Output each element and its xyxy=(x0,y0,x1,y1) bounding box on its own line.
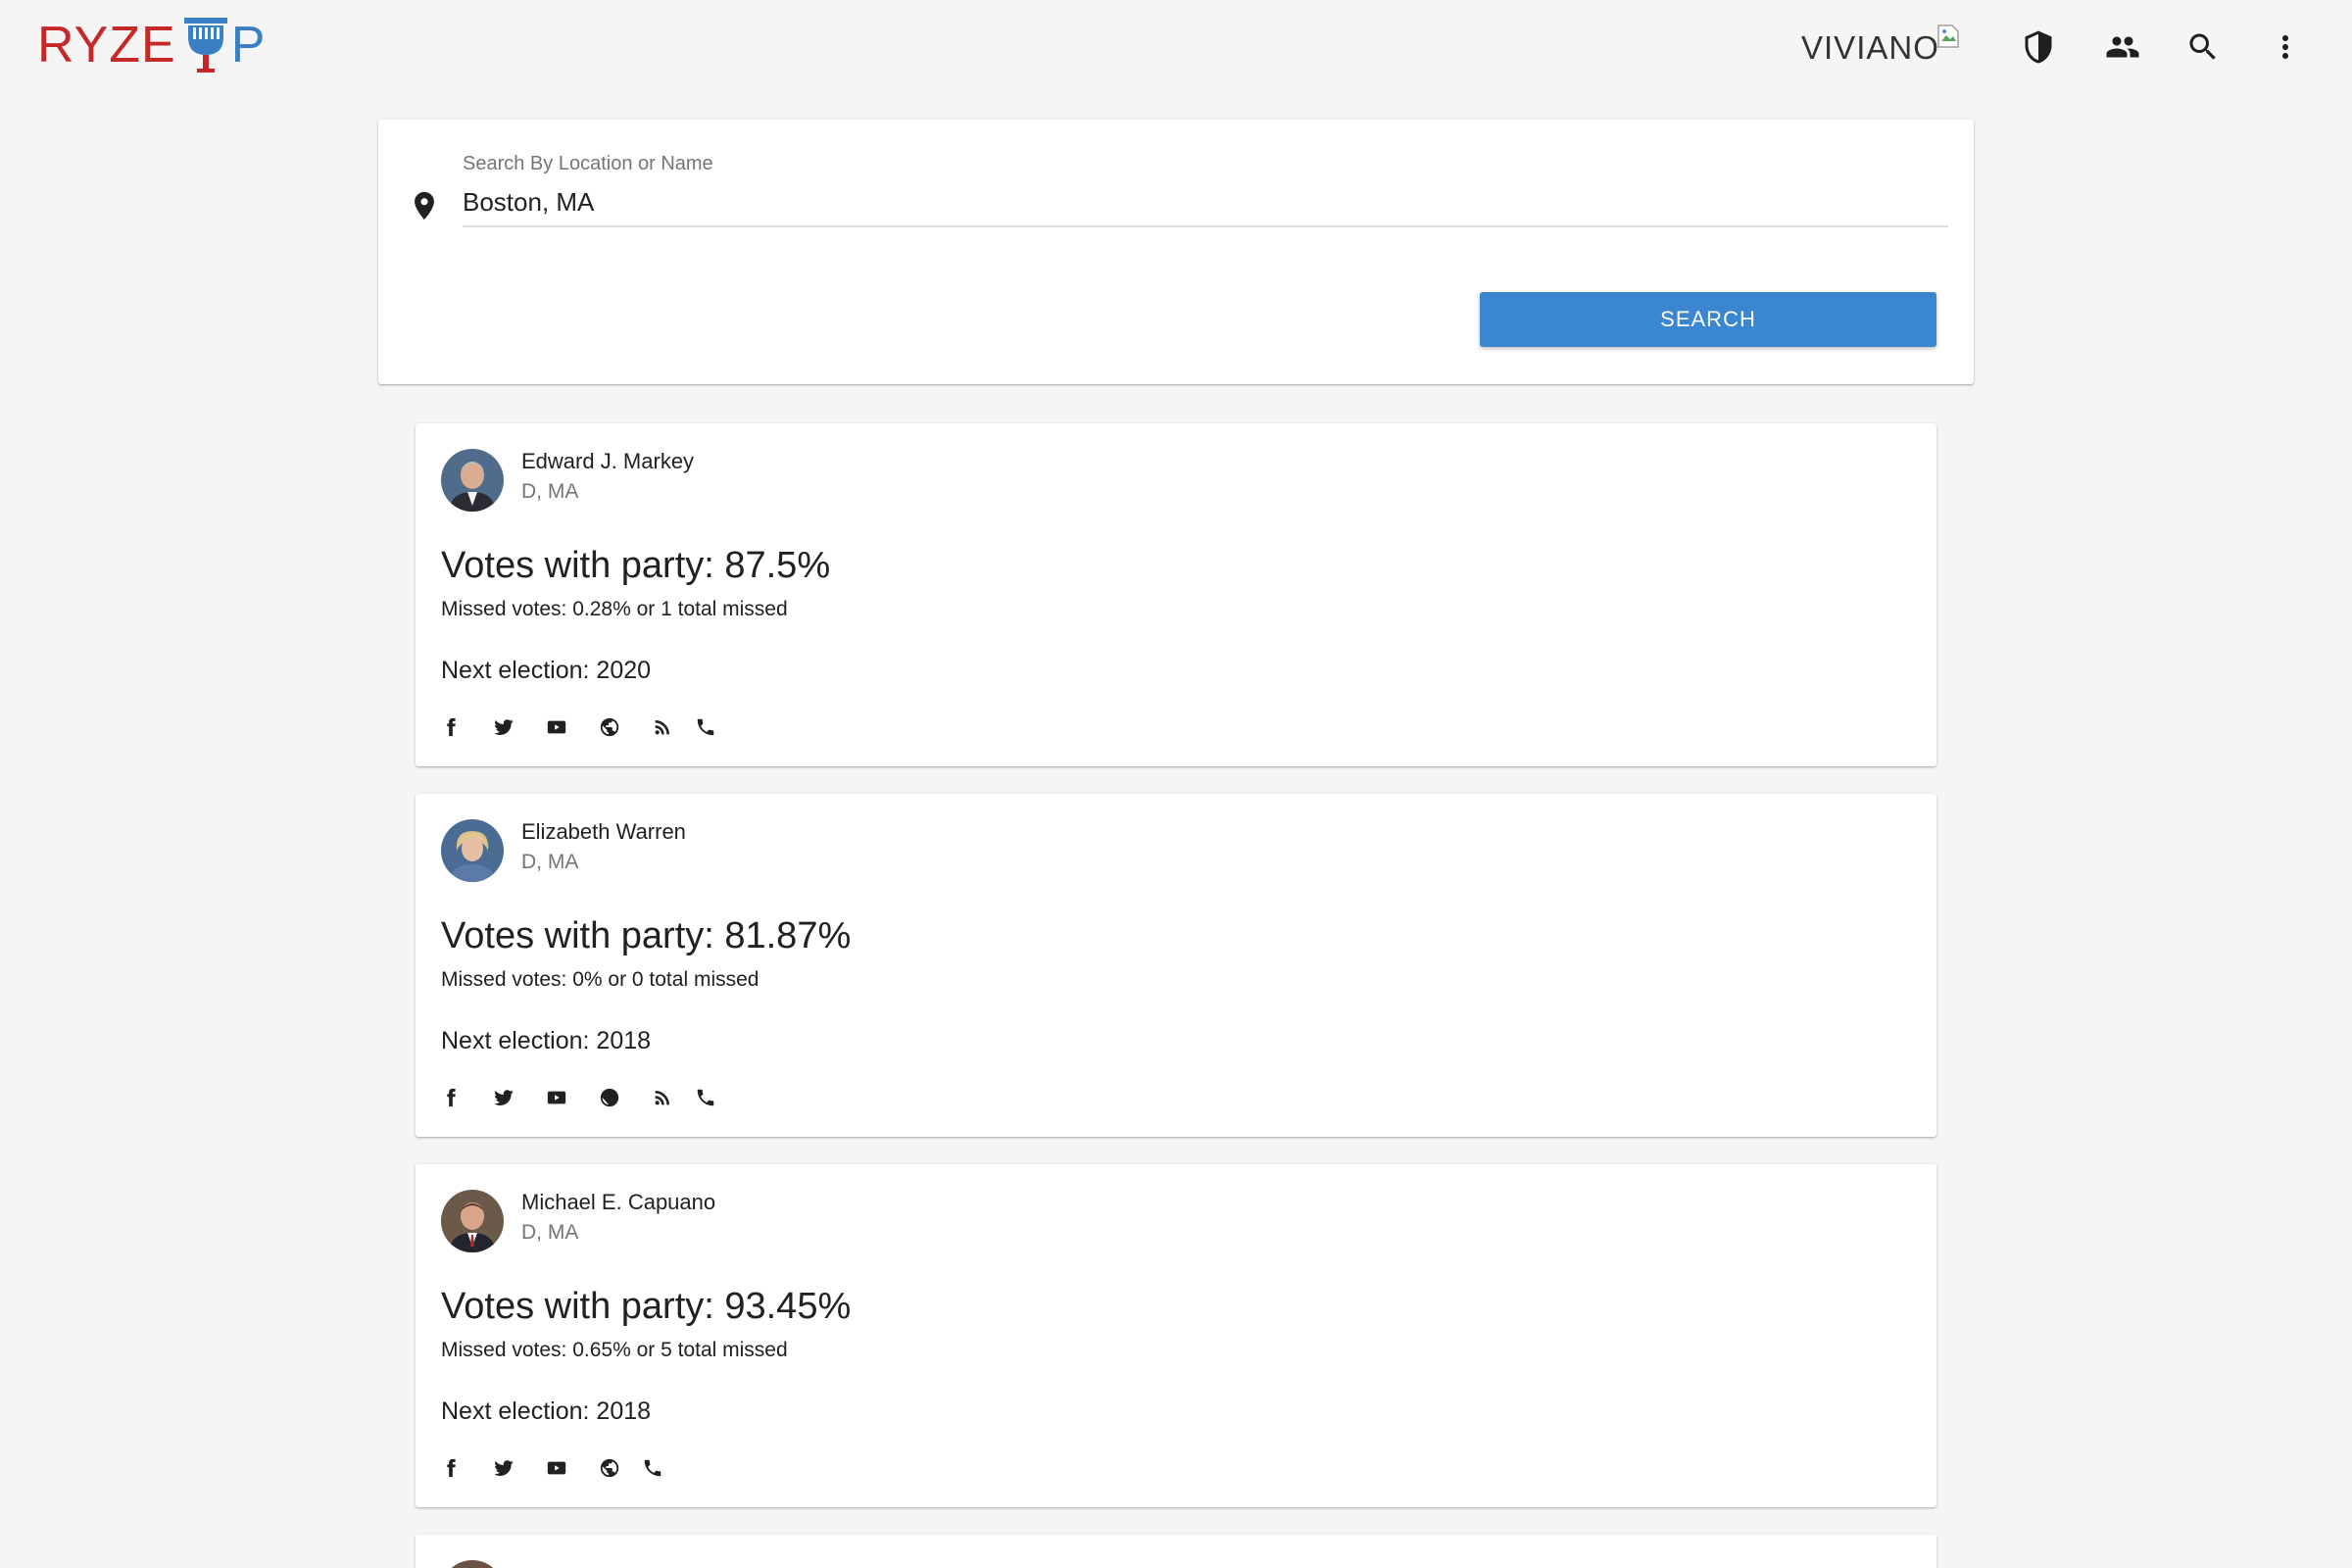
facebook-icon[interactable] xyxy=(433,1080,468,1115)
missed-votes: Missed votes: 0.28% or 1 total missed xyxy=(441,598,788,620)
shield-icon[interactable] xyxy=(2011,20,2066,74)
rep-photo xyxy=(441,819,504,882)
rep-name[interactable]: Edward J. Markey xyxy=(521,449,694,474)
missed-votes: Missed votes: 0% or 0 total missed xyxy=(441,968,760,991)
facebook-icon[interactable] xyxy=(433,1450,468,1486)
rep-card-partial xyxy=(416,1535,1936,1568)
more-vert-icon[interactable] xyxy=(2258,20,2313,74)
rep-card: Elizabeth Warren D, MA Votes with party:… xyxy=(416,794,1936,1137)
logo-text-p: P xyxy=(230,17,266,74)
ryzeup-logo[interactable]: RYZE P xyxy=(37,14,265,76)
votes-with-party: Votes with party: 93.45% xyxy=(441,1286,852,1327)
social-links xyxy=(433,1450,688,1486)
youtube-icon[interactable] xyxy=(539,710,574,745)
social-links xyxy=(433,710,741,745)
next-election: Next election: 2020 xyxy=(441,657,652,684)
search-button[interactable]: SEARCH xyxy=(1480,292,1936,347)
location-pin-icon xyxy=(408,186,441,225)
votes-with-party: Votes with party: 87.5% xyxy=(441,545,831,586)
rep-name[interactable]: Elizabeth Warren xyxy=(521,819,686,845)
rep-party: D, MA xyxy=(521,851,579,873)
rep-party: D, MA xyxy=(521,480,579,503)
phone-icon[interactable] xyxy=(635,1450,670,1486)
missed-votes: Missed votes: 0.65% or 5 total missed xyxy=(441,1339,788,1361)
search-input[interactable] xyxy=(463,178,1948,227)
rep-card: Edward J. Markey D, MA Votes with party:… xyxy=(416,423,1936,766)
logo-text-ryze: RYZE xyxy=(37,17,176,74)
people-icon[interactable] xyxy=(2095,20,2150,74)
votes-with-party: Votes with party: 81.87% xyxy=(441,915,852,956)
rss-icon[interactable] xyxy=(645,1080,680,1115)
search-icon[interactable] xyxy=(2176,20,2230,74)
microphone-logo-icon xyxy=(183,18,227,73)
rep-party: D, MA xyxy=(521,1221,579,1244)
twitter-icon[interactable] xyxy=(486,1450,521,1486)
youtube-icon[interactable] xyxy=(539,1080,574,1115)
search-field-label: Search By Location or Name xyxy=(463,153,713,174)
search-card: Search By Location or Name SEARCH xyxy=(378,120,1974,384)
youtube-icon[interactable] xyxy=(539,1450,574,1486)
user-name[interactable]: VIVIANO xyxy=(1801,29,1939,67)
next-election: Next election: 2018 xyxy=(441,1027,652,1054)
facebook-icon[interactable] xyxy=(433,710,468,745)
twitter-icon[interactable] xyxy=(486,710,521,745)
website-icon[interactable] xyxy=(592,1080,627,1115)
rss-icon[interactable] xyxy=(645,710,680,745)
rep-photo xyxy=(441,1190,504,1252)
phone-icon[interactable] xyxy=(688,1080,723,1115)
website-icon[interactable] xyxy=(592,710,627,745)
app-bar: RYZE P VIVIANO xyxy=(0,0,2352,100)
social-links xyxy=(433,1080,741,1115)
rep-photo xyxy=(441,1560,504,1568)
twitter-icon[interactable] xyxy=(486,1080,521,1115)
rep-card: Michael E. Capuano D, MA Votes with part… xyxy=(416,1164,1936,1507)
rep-name[interactable]: Michael E. Capuano xyxy=(521,1190,715,1215)
next-election: Next election: 2018 xyxy=(441,1397,652,1425)
rep-photo xyxy=(441,449,504,512)
avatar-broken-image-icon[interactable] xyxy=(1936,24,1960,49)
phone-icon[interactable] xyxy=(688,710,723,745)
website-icon[interactable] xyxy=(592,1450,627,1486)
